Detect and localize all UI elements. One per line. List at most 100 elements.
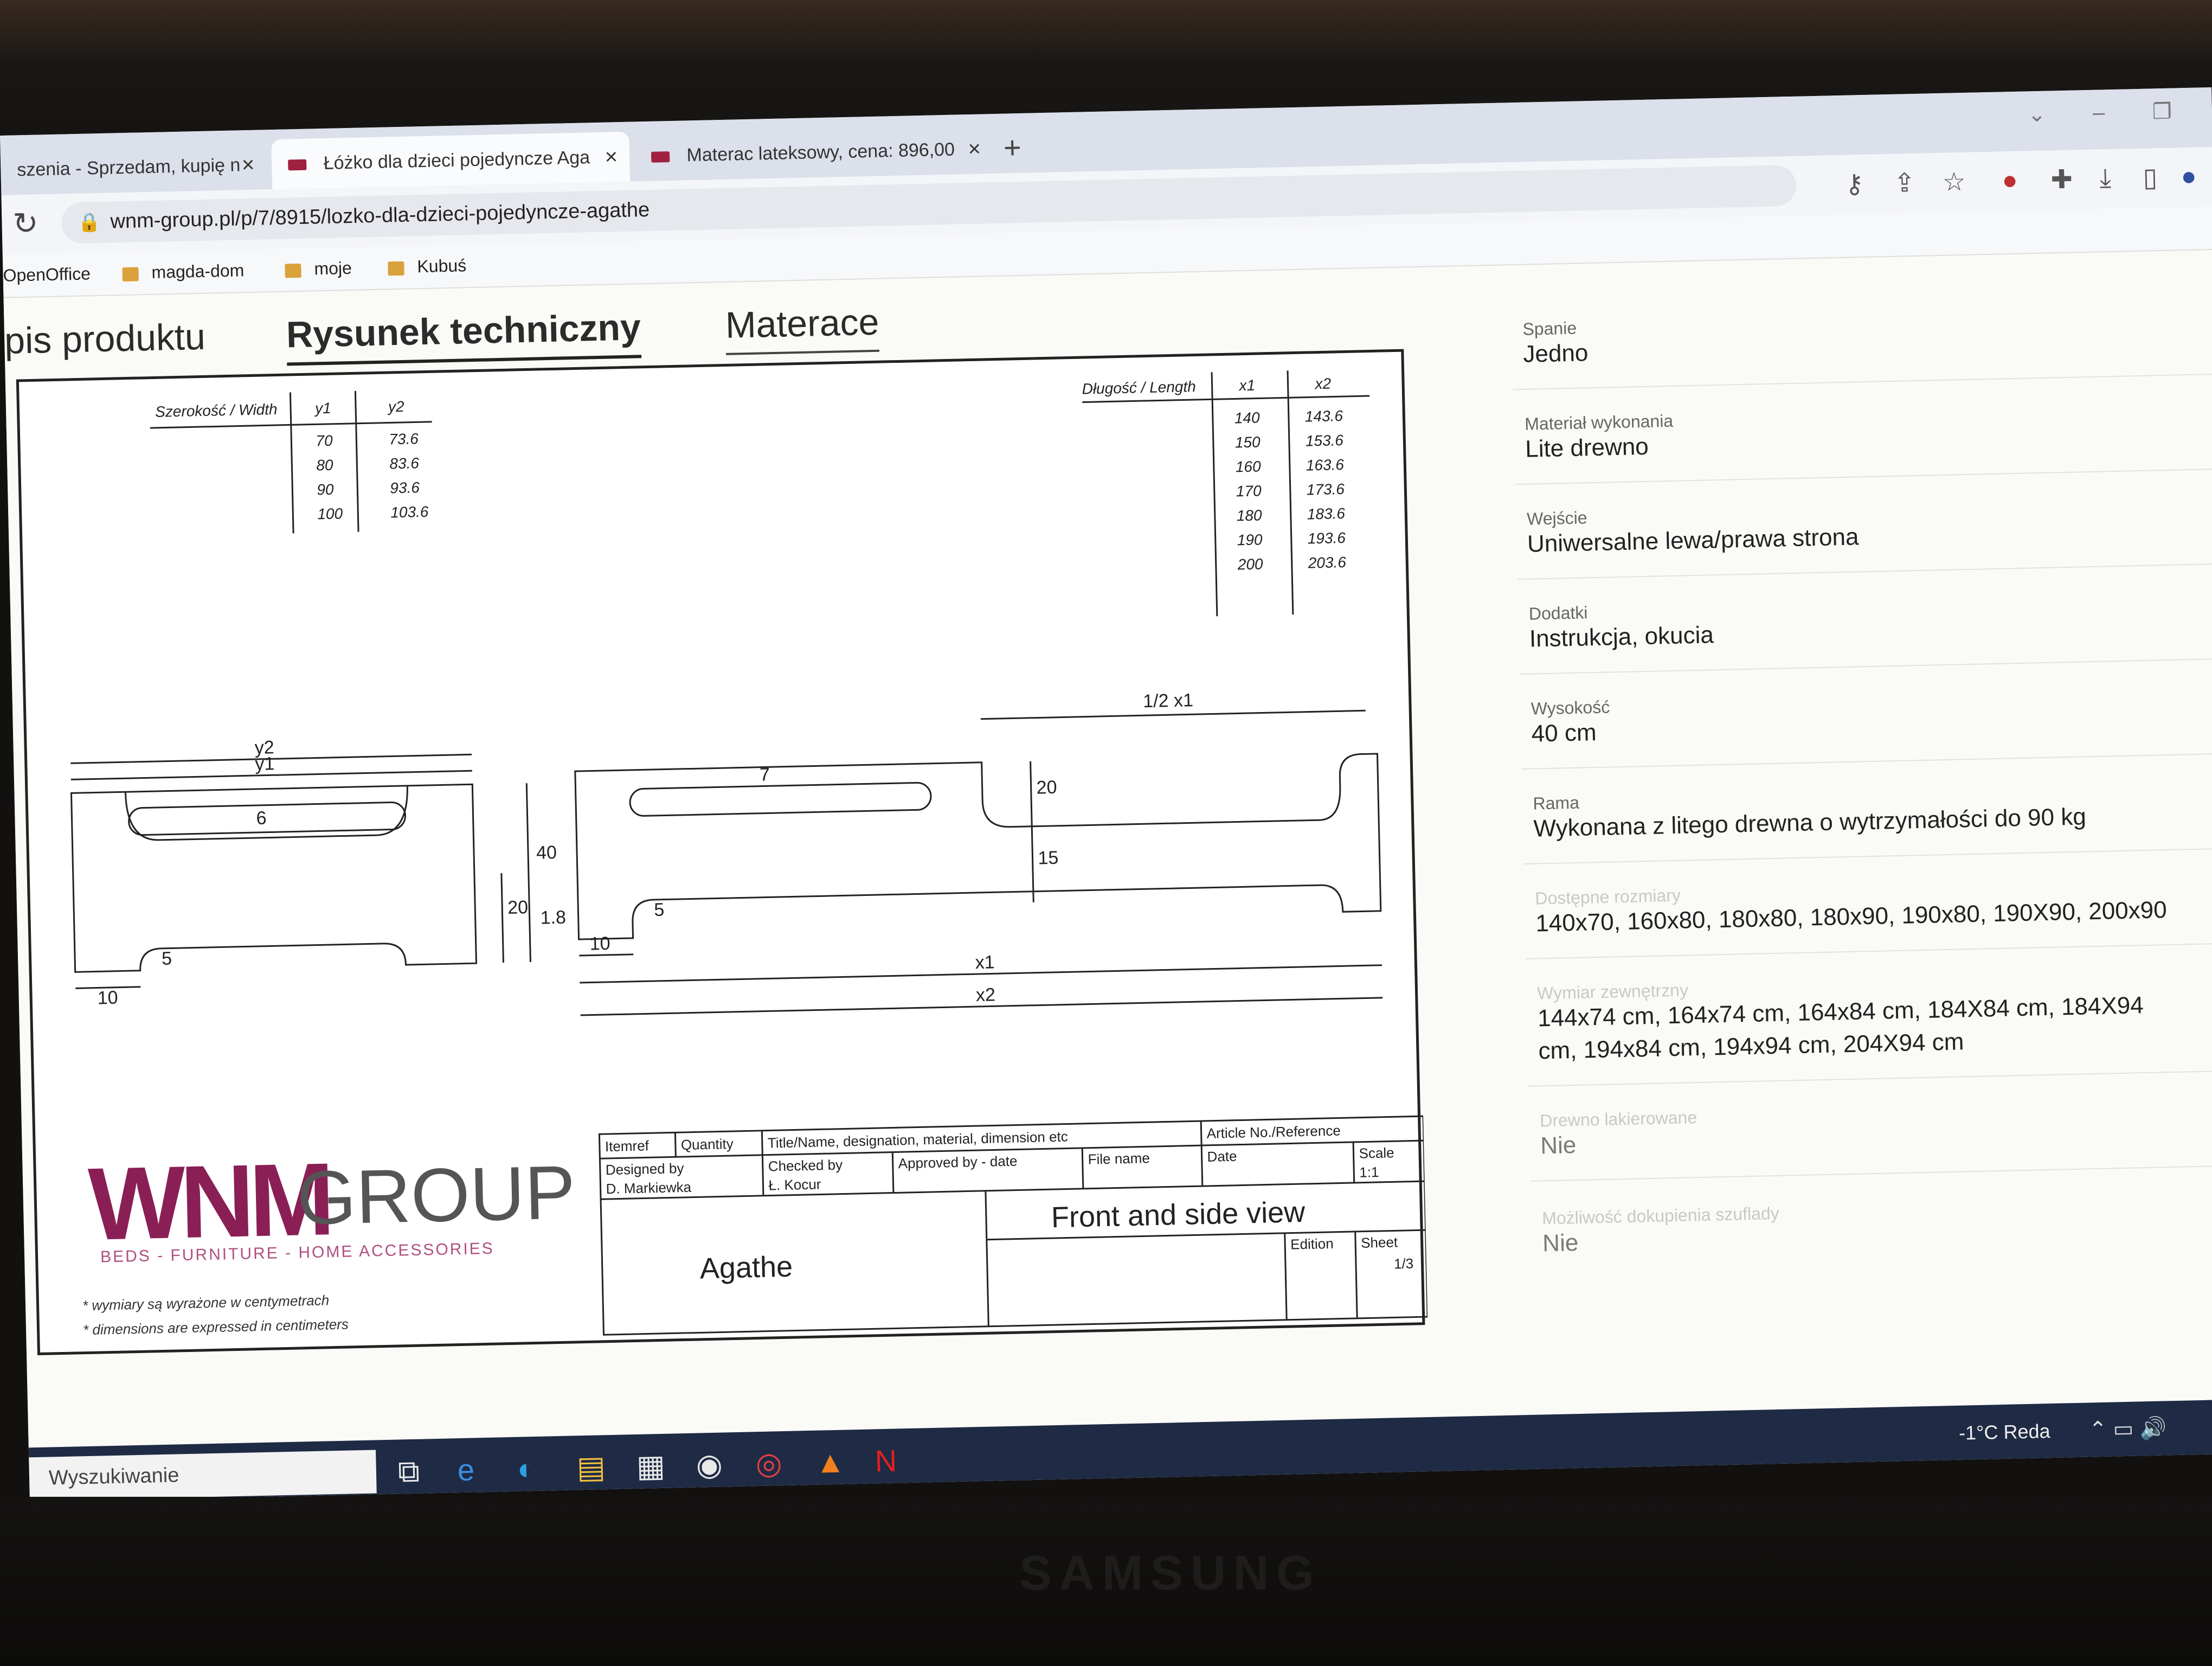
tb-sheet-value: 1/3 <box>1394 1255 1414 1272</box>
bookmark-openoffice[interactable]: OpenOffice <box>3 264 91 286</box>
monitor-bezel-bottom: SAMSUNG <box>0 1497 2212 1666</box>
tb-checked-by: Checked by <box>768 1157 843 1175</box>
tab-rysunek-techniczny[interactable]: Rysunek techniczny <box>286 306 642 366</box>
dim-x2: x2 <box>976 984 996 1005</box>
maximize-icon[interactable]: ❐ <box>2152 99 2172 125</box>
browser-tab-1[interactable]: szenia - Sprzedam, kupię n × <box>0 139 267 195</box>
profile-avatar[interactable]: ● <box>2181 162 2197 192</box>
bookmark-kubus[interactable]: Kubuś <box>388 255 467 277</box>
tb-quantity: Quantity <box>681 1136 734 1153</box>
width-table-y1: y1 <box>314 400 331 417</box>
sidepanel-icon[interactable]: ▯ <box>2143 162 2158 193</box>
spec-label: Spanie <box>1522 318 1577 339</box>
length-table-cell: 200 <box>1237 555 1263 573</box>
app-icon[interactable]: ◉ <box>696 1447 723 1483</box>
tb-sheet: Sheet <box>1361 1234 1398 1251</box>
bookmark-magda-dom[interactable]: magda-dom <box>122 260 245 283</box>
length-table-cell: 193.6 <box>1307 529 1346 547</box>
close-icon[interactable]: × <box>605 132 618 182</box>
tb-approved: Approved by - date <box>898 1153 1017 1172</box>
spec-row: Spanie Jedno <box>1511 283 2212 390</box>
length-table-cell: 140 <box>1234 409 1261 426</box>
tb-itemref: Itemref <box>605 1137 650 1155</box>
spec-label: Wysokość <box>1531 697 1610 719</box>
tb-designed-by: Designed by <box>606 1160 684 1178</box>
browser-tab-2[interactable]: Łóżko dla dzieci pojedyncze Aga × <box>271 131 631 190</box>
search-placeholder[interactable]: Wyszukiwanie <box>49 1464 179 1490</box>
task-view-icon[interactable]: ⧉ <box>397 1453 420 1490</box>
dim-side-5: 5 <box>654 900 665 920</box>
spec-row: Drewno lakierowane Nie <box>1528 1074 2212 1182</box>
spec-label: Możliwość dokupienia szuflady <box>1541 1203 1780 1228</box>
spec-value: Nie <box>1542 1229 1579 1257</box>
tb-designer: D. Markiewka <box>606 1179 692 1197</box>
download-icon[interactable]: ⤓ <box>2099 163 2111 194</box>
length-table-cell: 203.6 <box>1307 554 1346 572</box>
close-icon[interactable]: × <box>968 124 981 174</box>
folder-icon <box>122 267 139 281</box>
length-table-cell: 180 <box>1236 507 1262 524</box>
lock-icon[interactable]: 🔒 <box>78 212 101 234</box>
spec-label: Wejście <box>1526 508 1587 529</box>
tab-materace[interactable]: Materace <box>725 300 880 355</box>
wnm-favicon-icon <box>288 159 307 171</box>
width-table-header: Szerokość / Width <box>155 401 278 420</box>
spec-label: Rama <box>1533 792 1580 813</box>
close-icon[interactable]: × <box>241 140 255 190</box>
ie-icon[interactable]: e <box>457 1452 475 1488</box>
dim-slot: 6 <box>256 808 267 829</box>
chrome-icon[interactable]: ◎ <box>755 1445 782 1482</box>
netflix-icon[interactable]: N <box>874 1443 897 1479</box>
chevron-down-icon[interactable]: ⌄ <box>2028 102 2047 127</box>
taskbar-search[interactable]: Wyszukiwanie <box>29 1450 377 1501</box>
spec-row: Możliwość dokupienia szuflady Nie <box>1531 1172 2212 1279</box>
browser-tab-3[interactable]: Materac lateksowy, cena: 896,00 × <box>634 124 993 181</box>
star-icon[interactable]: ☆ <box>1942 166 1966 197</box>
length-table-cell: 153.6 <box>1306 432 1344 450</box>
length-table-cell: 143.6 <box>1305 407 1343 425</box>
tab-title: szenia - Sprzedam, kupię n <box>16 155 241 181</box>
screen: szenia - Sprzedam, kupię n × Łóżko dla d… <box>0 87 2212 1502</box>
dim-10: 10 <box>97 988 118 1009</box>
spec-row: Rama Wykonana z litego drewna o wytrzyma… <box>1521 757 2212 865</box>
spec-value: Uniwersalne lewa/prawa strona <box>1527 523 1859 558</box>
dim-side-slot: 7 <box>760 764 770 785</box>
spec-value: Nie <box>1540 1132 1577 1159</box>
new-tab-button[interactable]: + <box>1003 130 1021 165</box>
reload-icon[interactable]: ↻ <box>12 206 38 242</box>
tb-title-name: Title/Name, designation, material, dimen… <box>768 1128 1068 1151</box>
folder-icon <box>285 263 301 278</box>
spec-label: Wymiar zewnętrzny <box>1536 980 1689 1003</box>
dim-side-1-8: 1.8 <box>540 907 566 928</box>
file-explorer-icon[interactable]: ▤ <box>576 1449 606 1485</box>
puzzle-icon[interactable]: ✚ <box>2050 164 2073 195</box>
key-icon[interactable]: ⚷ <box>1844 169 1864 200</box>
spec-row: Dodatki Instrukcja, okucia <box>1517 567 2212 675</box>
extension-badge-icon[interactable]: ● <box>2002 165 2018 196</box>
width-table-cell: 103.6 <box>390 503 429 521</box>
folder-icon <box>388 261 404 275</box>
share-icon[interactable]: ⇪ <box>1893 168 1915 198</box>
edge-icon[interactable]: ◐ <box>517 1451 536 1486</box>
store-icon[interactable]: ▦ <box>636 1448 665 1484</box>
spec-row: Wejście Uniwersalne lewa/prawa strona <box>1515 472 2212 580</box>
spec-value: Instrukcja, okucia <box>1529 621 1714 652</box>
dim-x1: x1 <box>975 952 995 973</box>
spec-row: Wymiar zewnętrzny 144x74 cm, 164x74 cm, … <box>1525 946 2212 1087</box>
bookmark-moje[interactable]: moje <box>285 258 352 280</box>
weather-widget[interactable]: -1°C Reda <box>1959 1420 2050 1445</box>
tb-product-name: Agathe <box>699 1251 793 1285</box>
tb-file-name: File name <box>1088 1150 1150 1167</box>
tab-opis-produktu[interactable]: pis produktu <box>4 316 205 369</box>
monitor-brand-logo: SAMSUNG <box>1019 1546 1322 1600</box>
spec-label: Dodatki <box>1528 603 1588 624</box>
system-tray-icons[interactable]: ⌃ ▭ 🔊 <box>2088 1415 2166 1442</box>
width-table-cell: 80 <box>316 457 333 474</box>
url-text[interactable]: wnm-group.pl/p/7/8915/lozko-dla-dzieci-p… <box>110 198 650 234</box>
dim-side-15: 15 <box>1038 848 1059 869</box>
dim-half-x1: 1/2 x1 <box>1143 690 1193 712</box>
minimize-icon[interactable]: – <box>2093 100 2105 125</box>
length-table-cell: 150 <box>1235 433 1261 451</box>
dim-y1: y1 <box>255 753 275 774</box>
vlc-icon[interactable]: ▲ <box>815 1444 846 1480</box>
